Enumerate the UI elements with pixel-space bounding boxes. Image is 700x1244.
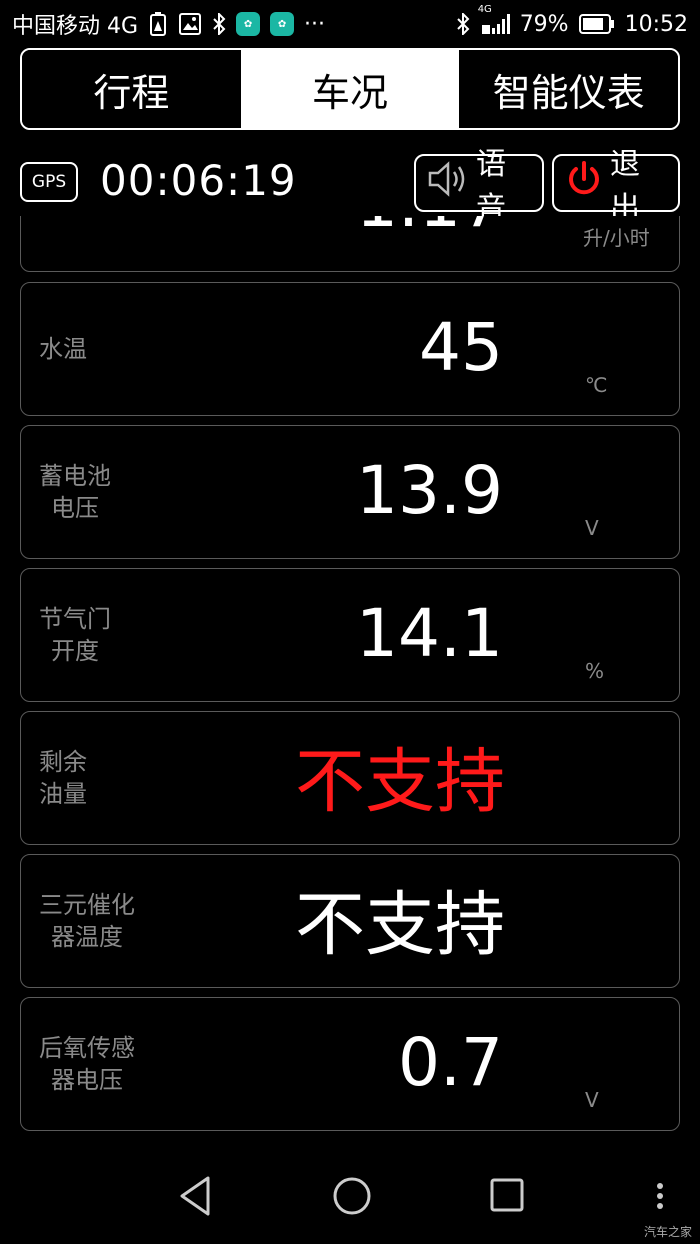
reading-value: 不支持 <box>295 883 505 966</box>
battery-percent: 79% <box>519 11 569 37</box>
gps-badge: GPS <box>20 162 78 202</box>
battery-icon <box>578 13 615 35</box>
reading-card-throttle: 节气门 开度 14.1 % <box>20 568 680 702</box>
status-left: 中国移动 4G ✿ ✿ ··· <box>12 8 325 40</box>
back-button[interactable] <box>176 1174 216 1222</box>
bluetooth-icon <box>212 13 226 35</box>
tab-smart-dashboard[interactable]: 智能仪表 <box>459 50 678 128</box>
exit-button[interactable]: 退出 <box>552 147 680 226</box>
network-type-label: 4G <box>477 4 492 15</box>
more-notifications-icon: ··· <box>304 11 326 37</box>
recents-button[interactable] <box>488 1174 528 1222</box>
speaker-icon <box>426 159 470 207</box>
reading-card-catalyst-temp: 三元催化 器温度 不支持 <box>20 854 680 988</box>
reading-value: 0.7 <box>398 1023 503 1101</box>
reading-label: 水温 <box>39 335 87 363</box>
reading-card-remaining-fuel: 剩余 油量 不支持 <box>20 711 680 845</box>
status-bar: 中国移动 4G ✿ ✿ ··· 4G 79% 10:52 <box>0 0 700 48</box>
reading-unit: ℃ <box>585 373 608 397</box>
bluetooth-icon-right <box>456 13 470 35</box>
battery-saver-icon <box>148 11 168 37</box>
huawei-app-icon: ✿ <box>236 12 261 36</box>
reading-card-battery-voltage: 蓄电池 电压 13.9 V <box>20 425 680 559</box>
reading-unit: 升/小时 <box>583 226 650 250</box>
carrier-label: 中国移动 4G <box>12 14 139 39</box>
reading-unit: V <box>585 1088 599 1112</box>
clock: 10:52 <box>624 11 688 37</box>
voice-button[interactable]: 语音 <box>414 147 544 226</box>
gallery-icon <box>178 12 202 36</box>
vehicle-readings-list[interactable]: 油耗 1.17 升/小时 水温 45 ℃ 蓄电池电压 13.9 V 节气门开度 … <box>20 216 680 1136</box>
navigation-bar: 汽车之家 <box>0 1150 700 1244</box>
reading-label: 节气门 开度 <box>39 605 111 665</box>
reading-value: 不支持 <box>295 740 505 823</box>
reading-label: 剩余 油量 <box>39 748 87 808</box>
reading-value: 14.1 <box>356 594 503 672</box>
toolbar: GPS 00:06:19 语音 退出 <box>20 147 680 226</box>
status-right: 4G 79% 10:52 <box>456 4 688 37</box>
exit-button-label: 退出 <box>610 147 640 226</box>
menu-dots-icon[interactable] <box>652 1174 668 1222</box>
reading-unit: % <box>585 659 605 683</box>
reading-value: 13.9 <box>356 451 503 529</box>
voice-button-label: 语音 <box>476 147 506 226</box>
tab-vehicle-status[interactable]: 车况 <box>240 50 460 128</box>
huawei-app-icon-2: ✿ <box>270 12 295 36</box>
reading-label: 蓄电池 电压 <box>39 462 111 522</box>
reading-card-fuel-consumption: 油耗 1.17 升/小时 <box>20 216 680 272</box>
home-button[interactable] <box>330 1174 374 1222</box>
watermark: 汽车之家 <box>643 1225 692 1239</box>
reading-label: 油耗 <box>39 216 87 221</box>
reading-card-water-temp: 水温 45 ℃ <box>20 282 680 416</box>
trip-timer: 00:06:19 <box>100 156 297 205</box>
reading-value: 1.17 <box>356 216 503 242</box>
reading-card-rear-o2-voltage: 后氧传感 器电压 0.7 V <box>20 997 680 1131</box>
signal-icon: 4G <box>478 4 510 36</box>
reading-label: 三元催化 器温度 <box>39 891 135 951</box>
power-icon <box>564 159 604 207</box>
tab-trip[interactable]: 行程 <box>22 50 241 128</box>
reading-unit: V <box>585 516 599 540</box>
reading-label: 后氧传感 器电压 <box>39 1034 135 1094</box>
reading-value: 45 <box>419 308 503 386</box>
tab-bar: 行程 车况 智能仪表 <box>20 48 680 130</box>
